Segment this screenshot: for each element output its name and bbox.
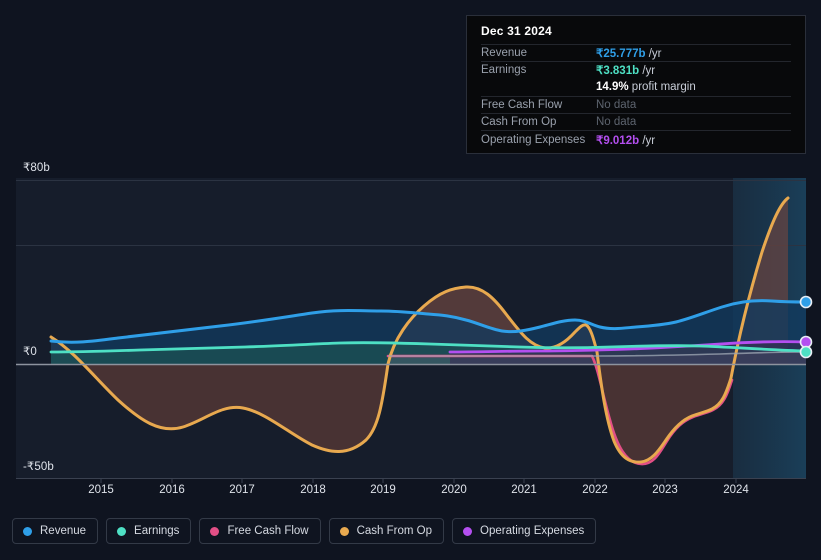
- y-axis-label-zero: ₹0: [23, 346, 37, 358]
- x-axis-label-2024: 2024: [723, 484, 749, 496]
- legend-label-revenue: Revenue: [40, 525, 87, 537]
- legend-dot-earnings-icon: [117, 526, 127, 536]
- y-axis-label-max: ₹80b: [23, 162, 50, 174]
- legend-item-earnings[interactable]: Earnings: [106, 518, 192, 544]
- x-axis-label-2023: 2023: [652, 484, 678, 496]
- tooltip-value-revenue: ₹25.777b /yr: [596, 48, 662, 61]
- x-axis-label-2022: 2022: [582, 484, 608, 496]
- endpoint-marker-earnings: [799, 345, 813, 359]
- tooltip-label-free-cash-flow: Free Cash Flow: [481, 99, 563, 112]
- tooltip-label-earnings: Earnings: [481, 64, 527, 77]
- x-axis-label-2017: 2017: [229, 484, 255, 496]
- tooltip-value-earnings: ₹3.831b /yr: [596, 65, 656, 78]
- legend-label-free-cash-flow: Free Cash Flow: [227, 525, 309, 537]
- x-axis-label-2019: 2019: [370, 484, 396, 496]
- tooltip-row-operating-expenses: Operating Expenses ₹9.012b /yr: [481, 130, 791, 147]
- tooltip-row-revenue: Revenue ₹25.777b /yr: [481, 44, 791, 61]
- legend-label-earnings: Earnings: [134, 525, 180, 537]
- chart-legend: Revenue Earnings Free Cash Flow Cash Fro…: [12, 518, 597, 544]
- x-axis-label-2018: 2018: [300, 484, 326, 496]
- x-axis-label-2015: 2015: [88, 484, 114, 496]
- legend-dot-cash-from-op-icon: [339, 526, 349, 536]
- legend-label-operating-expenses: Operating Expenses: [480, 525, 585, 537]
- tooltip-row-profit-margin: 14.9% profit margin: [481, 79, 791, 96]
- tooltip-row-earnings: Earnings ₹3.831b /yr: [481, 61, 791, 78]
- tooltip-row-cash-from-op: Cash From Op No data: [481, 113, 791, 130]
- legend-dot-operating-expenses-icon: [463, 526, 473, 536]
- tooltip-label-cash-from-op: Cash From Op: [481, 116, 557, 129]
- legend-item-free-cash-flow[interactable]: Free Cash Flow: [199, 518, 321, 544]
- legend-item-cash-from-op[interactable]: Cash From Op: [328, 518, 445, 544]
- legend-dot-free-cash-flow-icon: [210, 526, 220, 536]
- chart-tooltip: Dec 31 2024 Revenue ₹25.777b /yr Earning…: [466, 15, 806, 154]
- tooltip-row-free-cash-flow: Free Cash Flow No data: [481, 95, 791, 113]
- tooltip-value-cash-from-op: No data: [596, 116, 637, 129]
- tooltip-value-profit-margin: 14.9% profit margin: [596, 81, 696, 94]
- tooltip-date: Dec 31 2024: [481, 24, 552, 38]
- x-axis-label-2020: 2020: [441, 484, 467, 496]
- tooltip-value-operating-expenses: ₹9.012b /yr: [596, 134, 656, 147]
- legend-item-revenue[interactable]: Revenue: [12, 518, 99, 544]
- legend-dot-revenue-icon: [23, 526, 32, 536]
- tooltip-label-revenue: Revenue: [481, 47, 528, 60]
- endpoint-marker-revenue: [799, 295, 813, 309]
- legend-label-cash-from-op: Cash From Op: [356, 525, 433, 537]
- tooltip-label-operating-expenses: Operating Expenses: [481, 133, 586, 146]
- y-axis-label-min: -₹50b: [23, 461, 54, 473]
- tooltip-value-free-cash-flow: No data: [596, 99, 637, 112]
- x-axis-label-2021: 2021: [511, 484, 537, 496]
- x-axis-label-2016: 2016: [159, 484, 185, 496]
- legend-item-operating-expenses[interactable]: Operating Expenses: [452, 518, 597, 544]
- financial-chart-screenshot: { "tooltip": { "title": "Dec 31 2024", "…: [0, 0, 821, 560]
